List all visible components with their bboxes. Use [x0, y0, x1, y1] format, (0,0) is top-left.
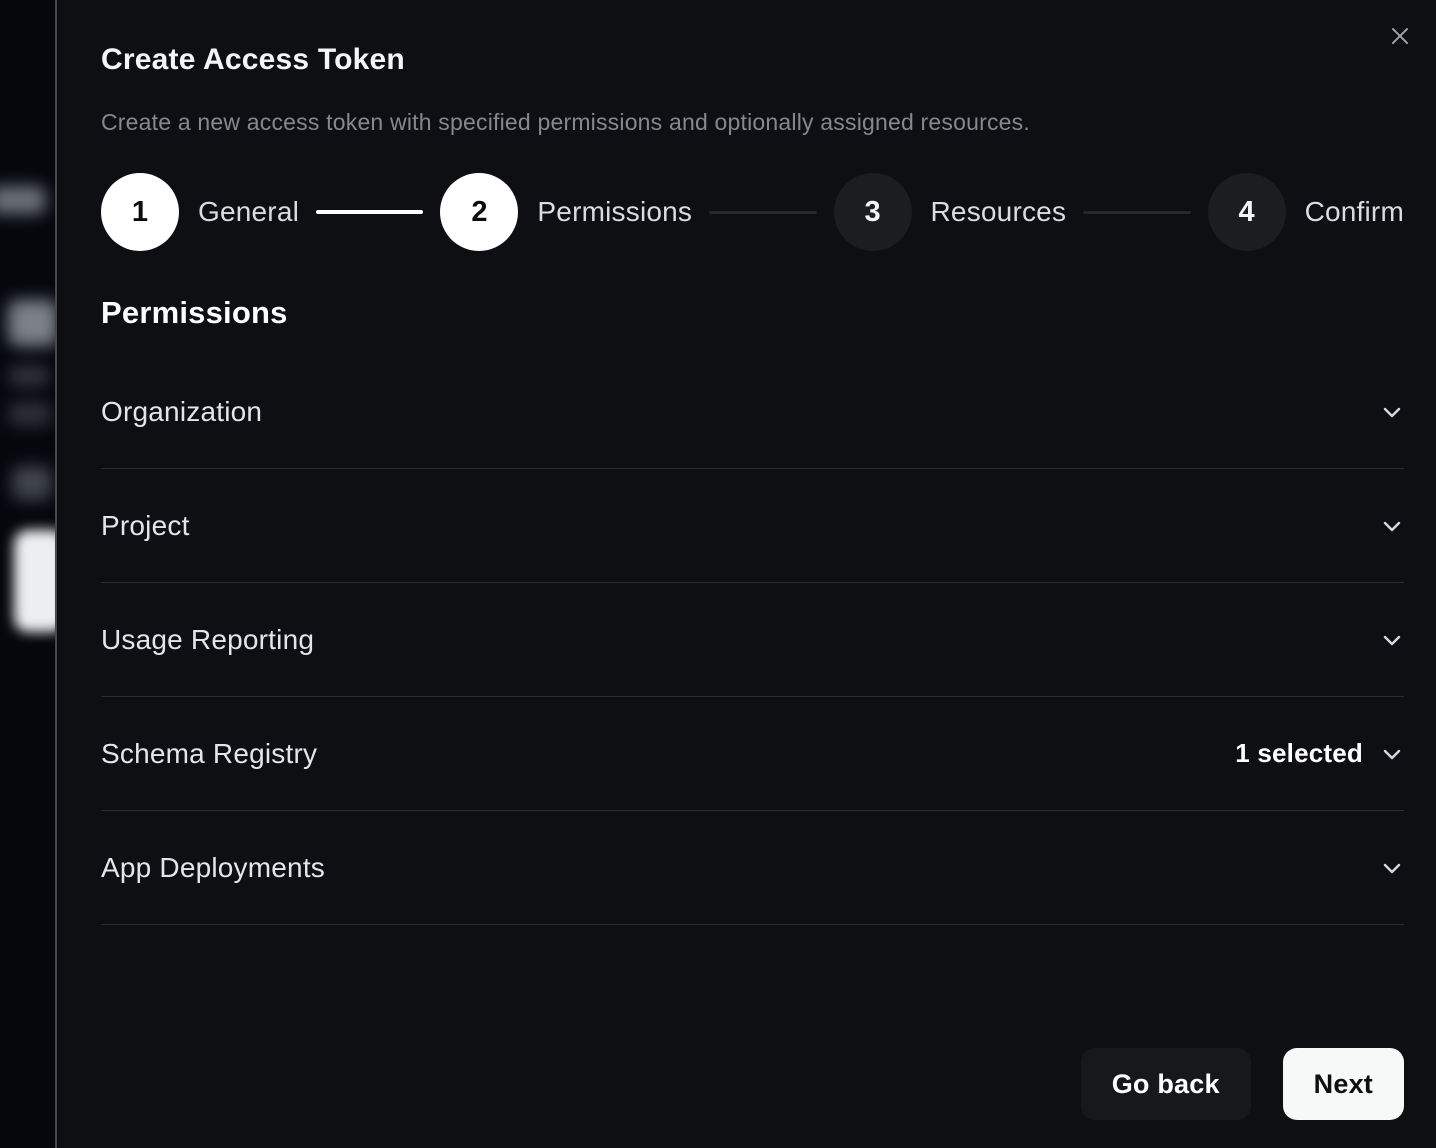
permissions-sections: Organization Project Usage	[101, 355, 1404, 925]
backdrop-blurred-item	[8, 402, 52, 426]
backdrop-blurred-item	[0, 186, 46, 214]
section-label: Schema Registry	[101, 738, 317, 770]
stepper: 1 General 2 Permissions 3 Resources 4 Co…	[101, 173, 1404, 251]
screen: Create Access Token Create a new access …	[0, 0, 1436, 1148]
step-label: General	[198, 196, 299, 228]
step-confirm[interactable]: 4 Confirm	[1208, 173, 1404, 251]
modal-footer: Go back Next	[1081, 1048, 1404, 1120]
permissions-heading: Permissions	[101, 295, 1404, 331]
step-connector	[316, 210, 423, 214]
selected-count-badge: 1 selected	[1235, 738, 1363, 769]
section-row-app-deployments[interactable]: App Deployments	[101, 811, 1404, 925]
step-permissions[interactable]: 2 Permissions	[440, 173, 692, 251]
section-row-usage-reporting[interactable]: Usage Reporting	[101, 583, 1404, 697]
step-number-circle: 4	[1208, 173, 1286, 251]
step-connector	[709, 211, 816, 214]
chevron-down-icon	[1380, 400, 1404, 424]
backdrop-blurred-item	[8, 300, 58, 346]
background-page	[0, 0, 55, 1148]
backdrop-blurred-item	[8, 366, 50, 386]
go-back-button[interactable]: Go back	[1081, 1048, 1251, 1120]
step-number-circle: 3	[834, 173, 912, 251]
chevron-down-icon	[1380, 742, 1404, 766]
step-general[interactable]: 1 General	[101, 173, 299, 251]
section-label: Project	[101, 510, 190, 542]
chevron-down-icon	[1380, 514, 1404, 538]
create-access-token-modal: Create Access Token Create a new access …	[55, 0, 1436, 1148]
chevron-down-icon	[1380, 856, 1404, 880]
backdrop-blurred-item	[12, 466, 52, 500]
close-icon	[1389, 25, 1411, 47]
step-number-circle: 2	[440, 173, 518, 251]
modal-subtitle: Create a new access token with specified…	[101, 109, 1404, 136]
modal-title: Create Access Token	[101, 43, 1404, 77]
section-row-organization[interactable]: Organization	[101, 355, 1404, 469]
close-button[interactable]	[1380, 16, 1420, 56]
step-label: Confirm	[1305, 196, 1404, 228]
step-label: Permissions	[537, 196, 692, 228]
step-number-circle: 1	[101, 173, 179, 251]
section-label: Organization	[101, 396, 262, 428]
section-row-project[interactable]: Project	[101, 469, 1404, 583]
step-label: Resources	[931, 196, 1067, 228]
step-resources[interactable]: 3 Resources	[834, 173, 1067, 251]
chevron-down-icon	[1380, 628, 1404, 652]
section-label: App Deployments	[101, 852, 325, 884]
section-label: Usage Reporting	[101, 624, 314, 656]
section-row-schema-registry[interactable]: Schema Registry 1 selected	[101, 697, 1404, 811]
next-button[interactable]: Next	[1283, 1048, 1404, 1120]
step-connector	[1083, 211, 1190, 214]
